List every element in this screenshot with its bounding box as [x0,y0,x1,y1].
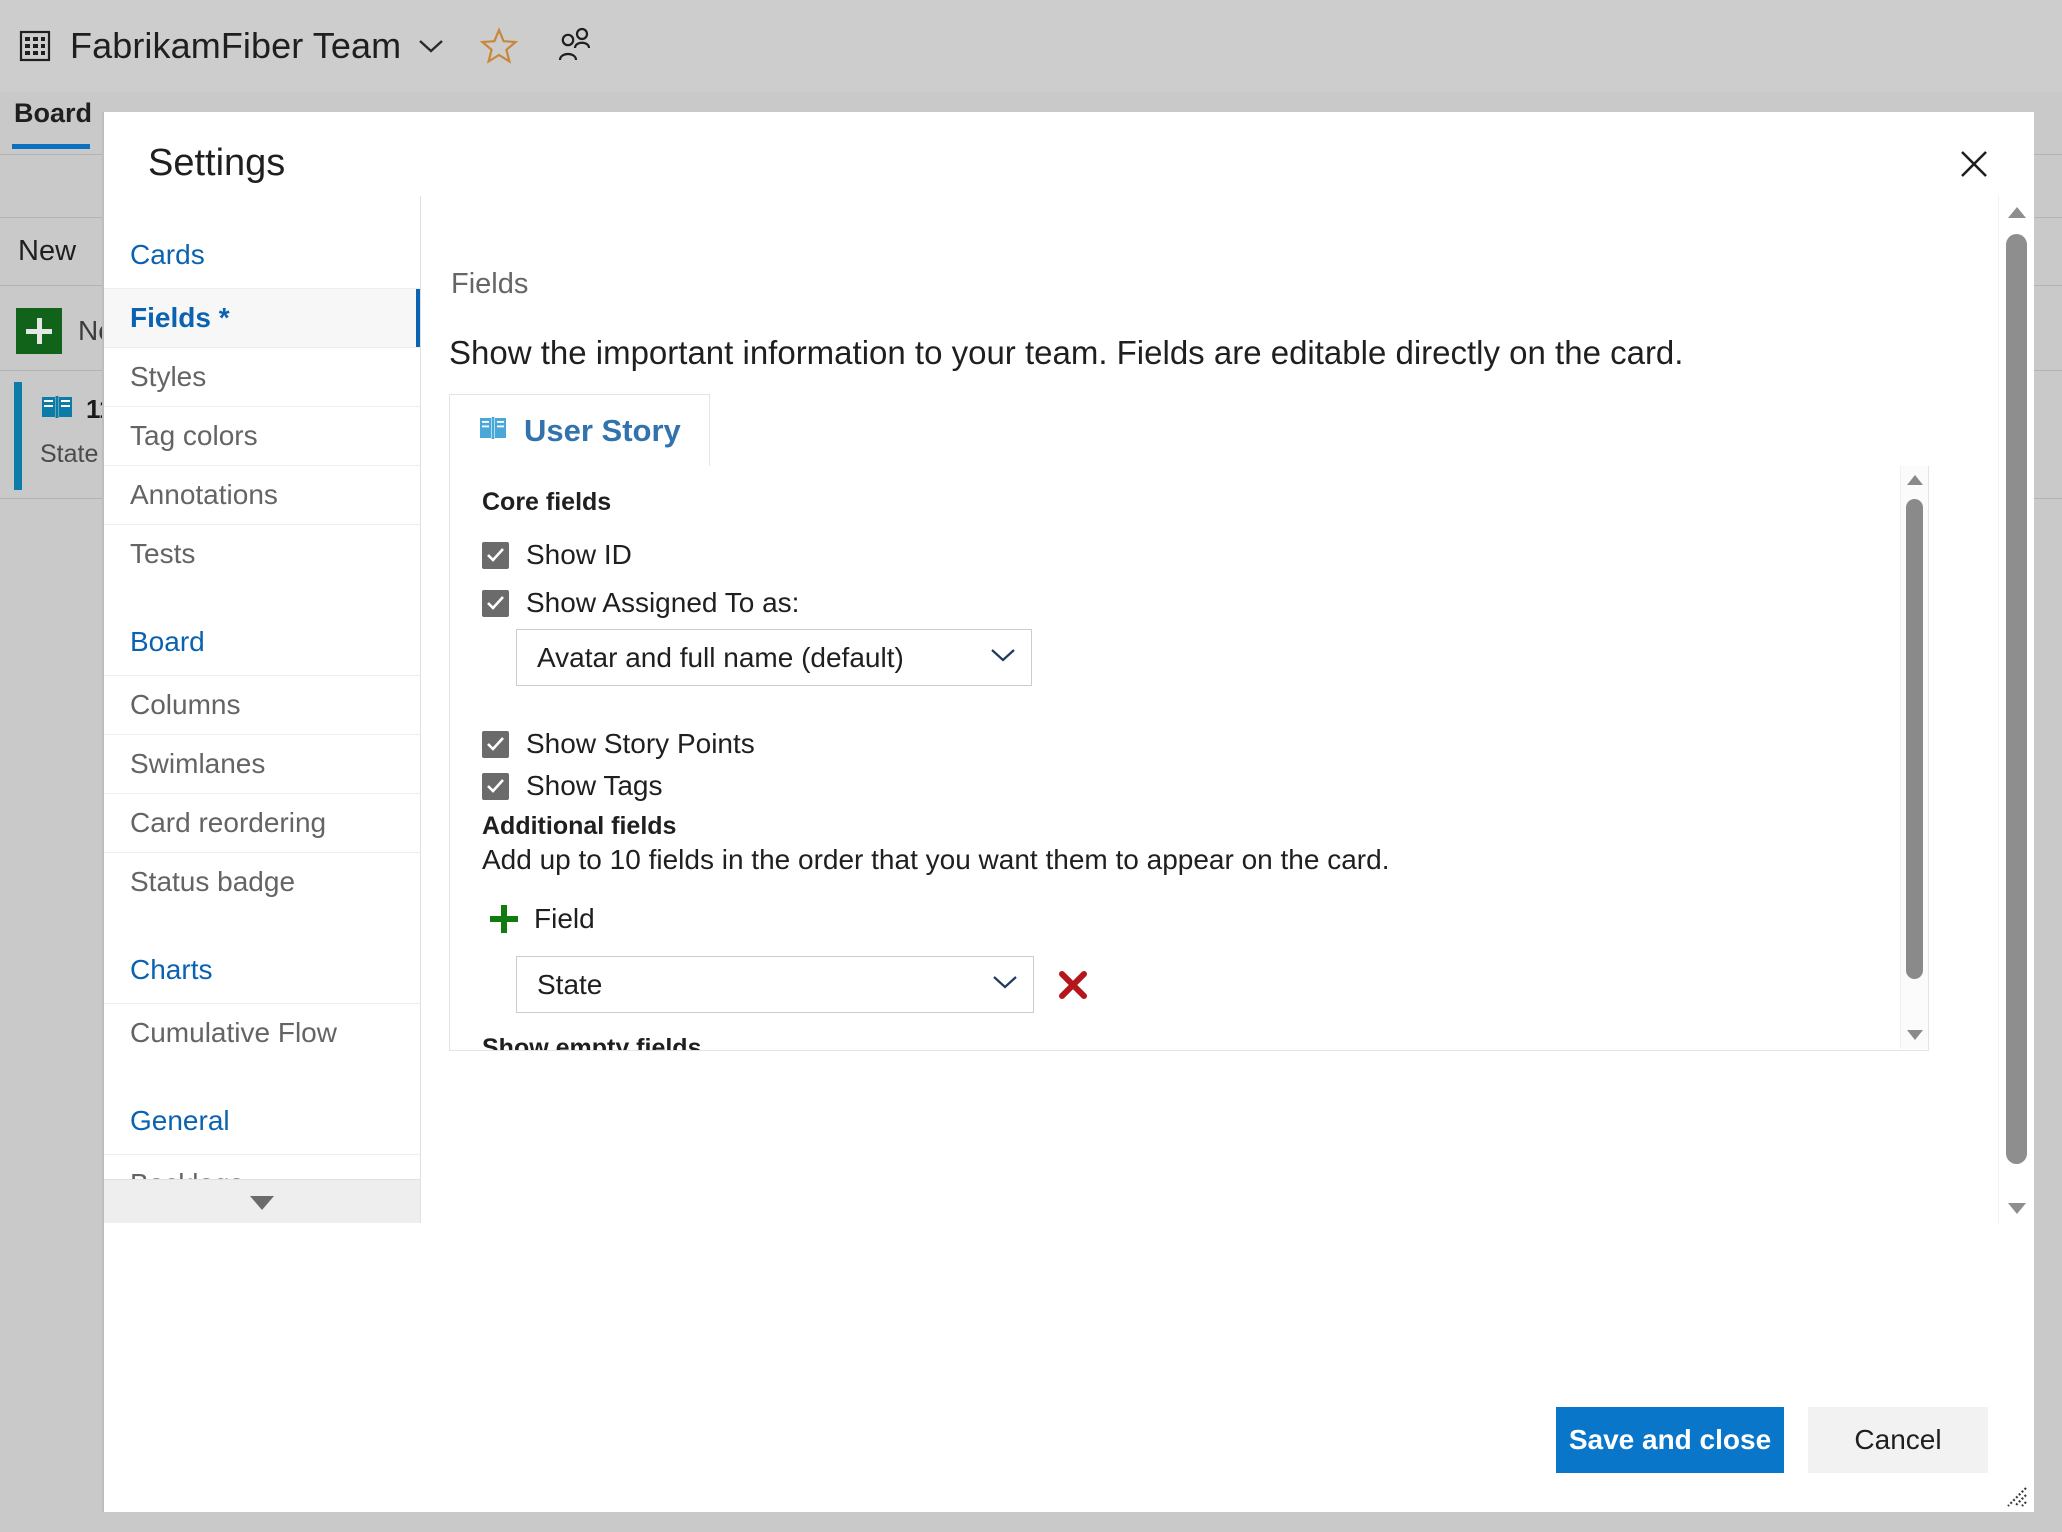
sidebar-item-tag-colors[interactable]: Tag colors [104,406,420,465]
close-icon[interactable] [1944,134,2004,194]
assigned-to-display-dropdown[interactable]: Avatar and full name (default) [516,629,1032,686]
column-header-label: New [18,235,77,267]
show-id-label: Show ID [526,539,632,570]
sidebar-item-styles[interactable]: Styles [104,347,420,406]
delete-x-icon[interactable] [1056,968,1090,1002]
plus-icon [490,905,518,933]
user-story-book-icon [478,415,508,446]
checkbox-row-show-story-points[interactable]: Show Story Points [482,728,755,760]
page-description: Show the important information to your t… [449,334,1684,371]
show-empty-fields-title: Show empty fields [482,1034,702,1051]
show-story-points-label: Show Story Points [526,728,755,759]
settings-nav: Cards Fields * Styles Tag colors Annotat… [104,196,421,1224]
additional-fields-help: Add up to 10 fields in the order that yo… [482,844,1390,875]
sidebar-item-label: Swimlanes [130,748,266,779]
sidebar-item-label: Cumulative Flow [130,1017,337,1048]
breadcrumb: Fields [451,268,529,300]
chevron-down-icon [989,646,1017,669]
nav-group-board[interactable]: Board [104,609,420,675]
additional-field-value: State [537,968,603,1000]
dialog-scroll-thumb[interactable] [2006,234,2027,1164]
user-story-book-icon [40,394,74,425]
triangle-down-icon[interactable] [104,1179,420,1224]
tab-user-story-label: User Story [524,412,681,448]
add-field-button[interactable]: Field [490,903,595,935]
chevron-down-icon [991,973,1019,996]
sidebar-item-label: Card reordering [130,807,327,838]
add-field-label: Field [534,903,595,934]
sidebar-item-label: Columns [130,689,241,720]
dialog-title: Settings [148,142,286,184]
fields-panel-scrollbar[interactable] [1900,466,1928,1049]
star-icon[interactable] [479,26,519,66]
board-card-state-label: State [40,440,99,468]
sidebar-item-card-reordering[interactable]: Card reordering [104,793,420,852]
chevron-down-icon[interactable] [417,37,445,55]
sidebar-item-swimlanes[interactable]: Swimlanes [104,734,420,793]
save-and-close-button[interactable]: Save and close [1556,1407,1784,1473]
sidebar-item-tests[interactable]: Tests [104,524,420,583]
work-item-type-tabstrip: User Story [449,394,1929,467]
checkbox-row-show-id[interactable]: Show ID [482,539,632,571]
show-id-checkbox[interactable] [482,541,509,569]
show-story-points-checkbox[interactable] [482,730,509,758]
nav-group-general[interactable]: General [104,1088,420,1154]
nav-group-spacer [104,911,420,937]
tab-board[interactable]: Board [14,98,92,129]
tab-user-story[interactable]: User Story [449,394,710,467]
dialog-scrollbar[interactable] [1998,196,2034,1224]
additional-field-row: State [516,956,1090,1013]
settings-dialog: Settings Cards Fields * Styles Tag color… [102,112,2034,1512]
sidebar-item-label: Fields * [130,302,230,333]
scroll-up-arrow-icon[interactable] [1999,196,2034,228]
app-top-bar: FabrikamFiber Team [0,0,2062,92]
nav-group-charts[interactable]: Charts [104,937,420,1003]
additional-fields-title: Additional fields [482,812,677,840]
sidebar-item-columns[interactable]: Columns [104,675,420,734]
nav-group-spacer [104,583,420,609]
nav-top-spacer [104,196,420,222]
cancel-button[interactable]: Cancel [1808,1407,1988,1473]
sidebar-item-annotations[interactable]: Annotations [104,465,420,524]
sidebar-item-fields[interactable]: Fields * [104,288,420,347]
additional-field-dropdown[interactable]: State [516,956,1034,1013]
plus-icon [16,308,62,354]
sidebar-item-cumulative-flow[interactable]: Cumulative Flow [104,1003,420,1062]
sidebar-item-label: Annotations [130,479,278,510]
people-icon[interactable] [555,26,593,66]
sidebar-item-label: Styles [130,361,207,392]
resize-grip-icon[interactable] [2000,1480,2028,1508]
checkbox-row-show-assigned-to[interactable]: Show Assigned To as: [482,587,799,619]
core-fields-title: Core fields [482,488,612,516]
nav-group-spacer [104,1062,420,1088]
new-work-item-button[interactable]: Ne [16,308,114,354]
team-name[interactable]: FabrikamFiber Team [70,25,401,67]
tab-active-underline [12,144,90,149]
show-tags-label: Show Tags [526,770,663,801]
settings-main-pane: Fields Show the important information to… [421,196,2034,1224]
scroll-down-arrow-icon[interactable] [1999,1192,2034,1224]
scroll-down-arrow-icon[interactable] [1901,1021,1928,1049]
show-assigned-to-checkbox[interactable] [482,589,509,617]
fields-panel: Core fields Show ID Show Assigned To as:… [449,466,1929,1051]
sidebar-item-label: Tests [130,538,196,569]
show-assigned-to-label: Show Assigned To as: [526,587,800,618]
project-grid-icon [18,29,52,63]
checkbox-row-show-tags[interactable]: Show Tags [482,770,662,802]
sidebar-item-label: Status badge [130,866,296,897]
fields-panel-scroll-thumb[interactable] [1906,499,1923,979]
sidebar-item-status-badge[interactable]: Status badge [104,852,420,911]
sidebar-item-label: Tag colors [130,420,258,451]
show-tags-checkbox[interactable] [482,772,509,800]
assigned-to-display-value: Avatar and full name (default) [537,641,904,673]
scroll-up-arrow-icon[interactable] [1901,466,1928,494]
nav-group-cards[interactable]: Cards [104,222,420,288]
